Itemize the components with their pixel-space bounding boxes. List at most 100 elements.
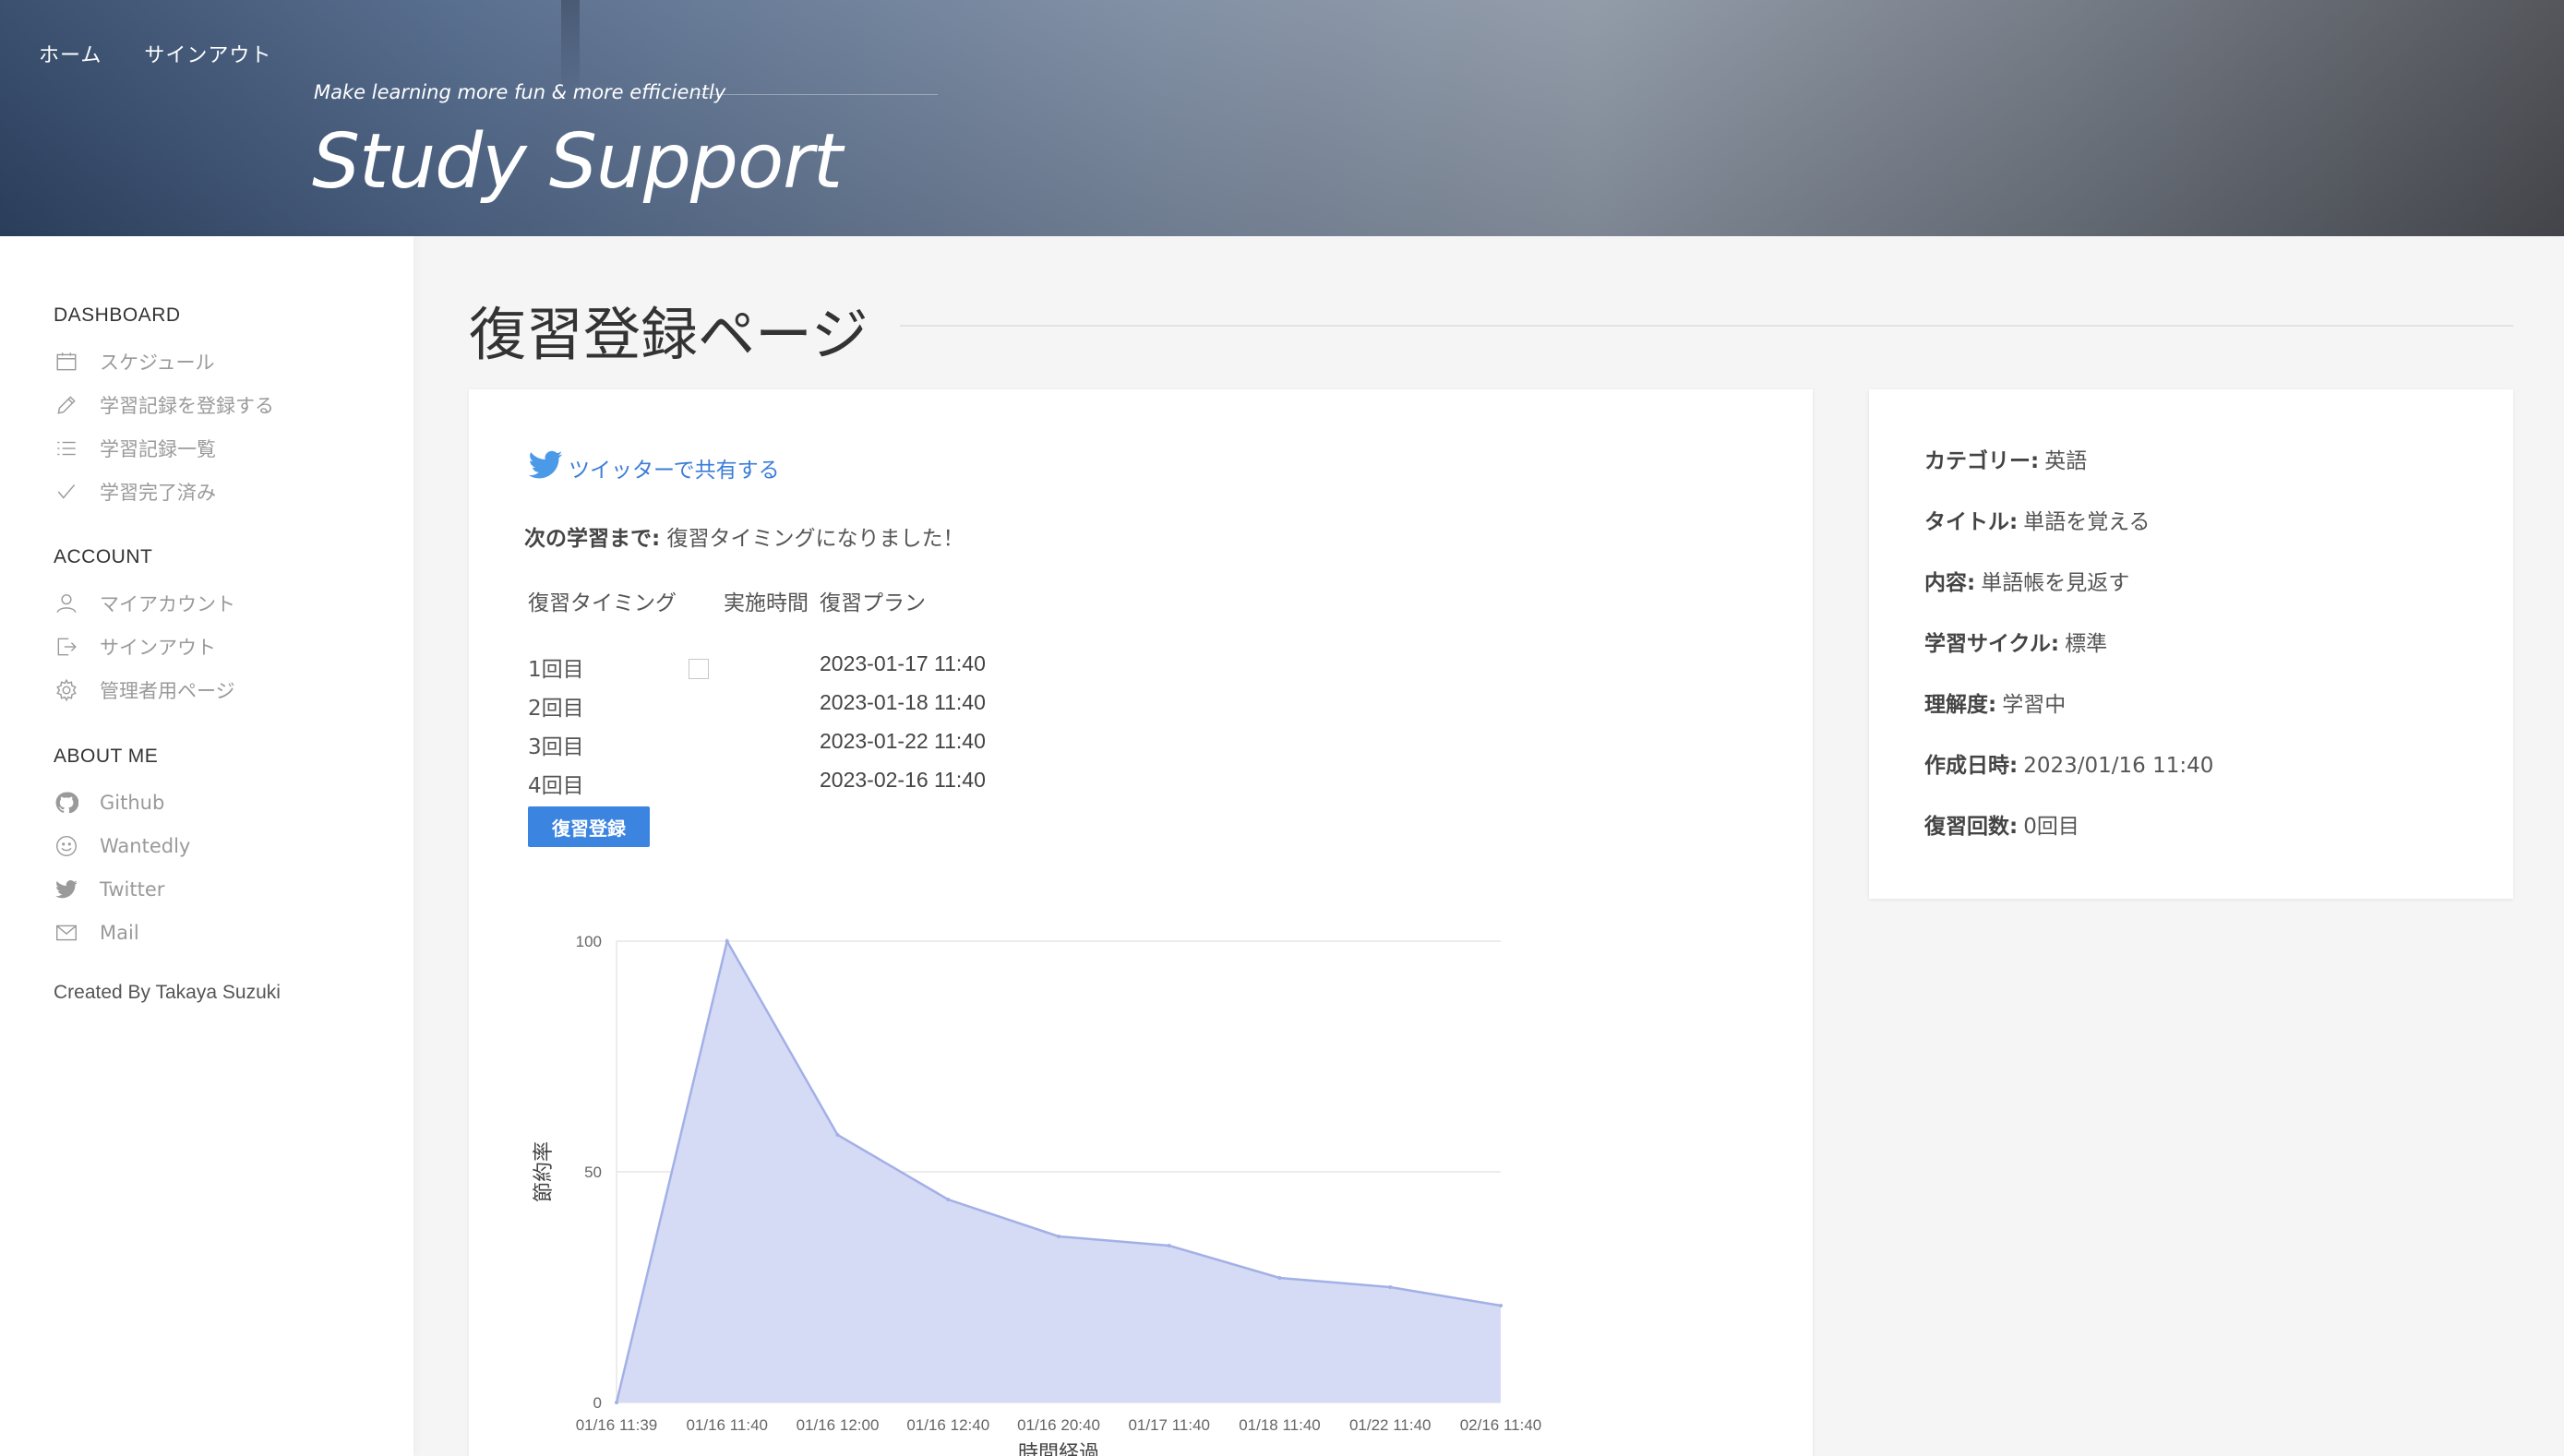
review-count: 3回目 (528, 735, 584, 759)
x-axis-label: 時間経過 (1018, 1442, 1099, 1456)
signout-icon (54, 634, 79, 660)
x-tick-label: 01/17 11:40 (1128, 1416, 1210, 1434)
twitter-icon (54, 877, 79, 902)
sidebar-item-signout[interactable]: サインアウト (54, 625, 235, 668)
sidebar-item-my-account[interactable]: マイアカウント (54, 581, 235, 625)
chart-data-point (946, 1198, 951, 1201)
info-label: 内容: (1924, 571, 1976, 595)
sidebar-item-register-record[interactable]: 学習記録を登録する (54, 383, 274, 426)
info-label: 作成日時: (1924, 754, 2019, 778)
table-header-plan: 復習プラン (820, 591, 926, 615)
info-value: 英語 (2044, 449, 2088, 473)
info-label: カテゴリー: (1924, 449, 2040, 473)
sidebar-item-schedule[interactable]: スケジュール (54, 340, 274, 383)
info-row-cycle: 学習サイクル: 標準 (1924, 626, 2213, 686)
site-tagline: Make learning more fun & more efficientl… (314, 81, 726, 103)
x-tick-label: 01/16 20:40 (1017, 1416, 1100, 1434)
info-label: タイトル: (1924, 510, 2019, 534)
sidebar-section-dashboard: DASHBOARD スケジュール 学習記録を登録する 学習記録一覧 学習完了済み (54, 304, 274, 513)
y-tick-label: 50 (584, 1164, 602, 1181)
sidebar-item-label: 学習完了済み (100, 481, 216, 504)
study-info-list: カテゴリー: 英語 タイトル: 単語を覚える 内容: 単語帳を見返す 学習サイクル: 標… (1924, 443, 2213, 869)
sidebar-item-record-list[interactable]: 学習記録一覧 (54, 426, 274, 470)
sidebar-item-github[interactable]: Github (54, 781, 190, 824)
nav-home-link[interactable]: ホーム (39, 39, 102, 68)
smile-icon (54, 833, 79, 859)
chart-data-point (1057, 1235, 1060, 1238)
review-plan-date: 2023-01-17 11:40 (820, 651, 986, 675)
sidebar-item-completed[interactable]: 学習完了済み (54, 470, 274, 513)
info-value: 2023/01/16 11:40 (2023, 754, 2214, 778)
sidebar-item-label: Mail (100, 921, 139, 944)
y-tick-label: 100 (576, 933, 602, 950)
x-tick-label: 02/16 11:40 (1460, 1416, 1542, 1434)
review-count: 1回目 (528, 658, 584, 682)
sidebar-item-label: 学習記録一覧 (100, 437, 216, 460)
user-icon (54, 591, 79, 616)
table-row: 2回目 2023-01-18 11:40 (528, 690, 1082, 729)
list-icon (54, 436, 79, 461)
page-title: 復習登録ページ (469, 301, 869, 368)
calendar-icon (54, 349, 79, 375)
site-title[interactable]: Study Support (312, 118, 843, 206)
review-plan-date: 2023-01-22 11:40 (820, 729, 986, 753)
sidebar-item-label: 学習記録を登録する (100, 394, 274, 417)
x-tick-label: 01/16 11:39 (576, 1416, 658, 1434)
info-row-title: タイトル: 単語を覚える (1924, 504, 2213, 565)
nav-signout-link[interactable]: サインアウト (144, 39, 271, 68)
next-study-status: 次の学習まで: 復習タイミングになりました！ (524, 520, 964, 552)
table-header-timing: 復習タイミング (528, 591, 677, 615)
gear-icon (54, 677, 79, 703)
chart-svg: 0 50 100 01/16 11:39 01/16 11:40 01/16 12:00 0… (533, 933, 1542, 1456)
sidebar-section-account: ACCOUNT マイアカウント サインアウト 管理者用ページ (54, 546, 235, 711)
next-study-label: 次の学習まで: (524, 527, 661, 551)
review-done-checkbox[interactable] (689, 659, 709, 679)
check-icon (54, 479, 79, 505)
title-divider (900, 325, 2513, 327)
x-tick-label: 01/16 12:40 (906, 1416, 989, 1434)
info-value: 単語帳を見返す (1981, 571, 2130, 595)
register-review-button[interactable]: 復習登録 (528, 806, 650, 847)
sidebar-section-about-me: ABOUT ME Github Wantedly Twitter Mail (54, 746, 190, 954)
sidebar-item-admin[interactable]: 管理者用ページ (54, 668, 235, 711)
info-value: 0回目 (2023, 815, 2079, 839)
sidebar-heading: ACCOUNT (54, 546, 153, 567)
sidebar-item-label: Wantedly (100, 834, 191, 857)
sidebar: DASHBOARD スケジュール 学習記録を登録する 学習記録一覧 学習完了済み (0, 236, 413, 1456)
mail-icon (54, 920, 79, 946)
info-label: 理解度: (1924, 693, 1997, 717)
sidebar-item-label: 管理者用ページ (100, 679, 235, 702)
sidebar-item-label: サインアウト (100, 636, 216, 659)
tagline-divider (694, 94, 938, 95)
sidebar-item-label: マイアカウント (100, 592, 235, 615)
top-nav: ホーム サインアウト (39, 39, 271, 68)
table-header-time: 実施時間 (724, 591, 809, 615)
x-tick-label: 01/18 11:40 (1239, 1416, 1321, 1434)
info-value: 学習中 (2002, 693, 2067, 717)
sidebar-item-wantedly[interactable]: Wantedly (54, 824, 190, 867)
info-row-category: カテゴリー: 英語 (1924, 443, 2213, 504)
chart-data-point (1277, 1276, 1282, 1280)
sidebar-item-twitter[interactable]: Twitter (54, 867, 190, 911)
twitter-bird-icon (528, 450, 563, 479)
info-row-understanding: 理解度: 学習中 (1924, 686, 2213, 747)
site-header: ホーム サインアウト Make learning more fun & more… (0, 0, 2564, 236)
sidebar-item-mail[interactable]: Mail (54, 911, 190, 954)
info-value: 単語を覚える (2023, 510, 2151, 534)
chart-data-point (725, 939, 729, 943)
info-row-review-count: 復習回数: 0回目 (1924, 808, 2213, 869)
twitter-share-link[interactable]: ツイッターで共有する (524, 447, 780, 483)
review-card: ツイッターで共有する 次の学習まで: 復習タイミングになりました！ 復習タイミン… (469, 389, 1813, 1456)
info-row-created-at: 作成日時: 2023/01/16 11:40 (1924, 747, 2213, 808)
sidebar-item-label: スケジュール (100, 351, 215, 374)
chart-data-point (1499, 1304, 1503, 1307)
x-tick-label: 01/16 12:00 (797, 1416, 880, 1434)
review-plan-date: 2023-02-16 11:40 (820, 768, 986, 792)
x-tick-label: 01/22 11:40 (1349, 1416, 1432, 1434)
info-value: 標準 (2065, 632, 2108, 656)
table-row: 1回目 2023-01-17 11:40 (528, 651, 1082, 690)
info-row-content: 内容: 単語帳を見返す (1924, 565, 2213, 626)
table-row: 3回目 2023-01-22 11:40 (528, 729, 1082, 768)
pencil-icon (54, 392, 79, 418)
y-axis-label: 節約率 (533, 1141, 556, 1202)
